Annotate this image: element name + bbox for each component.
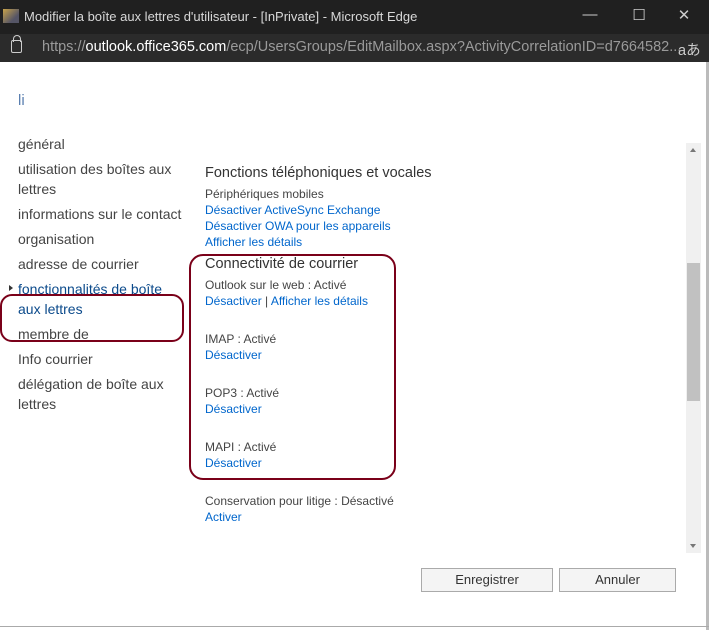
- save-button[interactable]: Enregistrer: [421, 568, 553, 592]
- show-details-link[interactable]: Afficher les détails: [205, 235, 302, 249]
- scrollbar-thumb[interactable]: [687, 263, 700, 401]
- minimize-icon[interactable]: —: [575, 6, 605, 23]
- scroll-down-icon[interactable]: [690, 544, 696, 548]
- scrollbar[interactable]: [686, 143, 701, 553]
- app-icon: [3, 9, 19, 23]
- phone-heading: Fonctions téléphoniques et vocales: [205, 165, 432, 181]
- nav-item-general[interactable]: général: [18, 134, 183, 154]
- nav-item-mailbox-usage[interactable]: utilisation des boîtes aux lettres: [18, 159, 183, 199]
- window-title: Modifier la boîte aux lettres d'utilisat…: [24, 9, 418, 24]
- scroll-up-icon[interactable]: [690, 148, 696, 152]
- nav-item-email-address[interactable]: adresse de courrier: [18, 254, 183, 274]
- read-aloud-icon[interactable]: aあ: [678, 39, 701, 60]
- title-bar: Modifier la boîte aux lettres d'utilisat…: [0, 0, 709, 34]
- nav-item-mailtip[interactable]: Info courrier: [18, 349, 183, 369]
- disable-activesync-link[interactable]: Désactiver ActiveSync Exchange: [205, 203, 380, 217]
- cancel-button[interactable]: Annuler: [559, 568, 676, 592]
- nav-item-organization[interactable]: organisation: [18, 229, 183, 249]
- page-cursor-text: li: [18, 92, 25, 109]
- disable-owa-devices-link[interactable]: Désactiver OWA pour les appareils: [205, 219, 391, 233]
- litigation-hold-status: Conservation pour litige : Désactivé: [205, 494, 394, 508]
- nav-item-contact-info[interactable]: informations sur le contact: [18, 204, 183, 224]
- url-path: /ecp/UsersGroups/EditMailbox.aspx?Activi…: [226, 39, 682, 55]
- window-border: [0, 626, 709, 627]
- url-domain: outlook.office365.com: [85, 39, 227, 55]
- address-bar[interactable]: https://outlook.office365.com/ecp/UsersG…: [0, 34, 709, 62]
- mobile-devices-label: Périphériques mobiles: [205, 187, 324, 201]
- highlight-oval-nav: [0, 294, 184, 342]
- highlight-oval-connectivity: [189, 254, 396, 480]
- nav-item-delegation[interactable]: délégation de boîte aux lettres: [18, 374, 183, 414]
- sidebar-nav: général utilisation des boîtes aux lettr…: [9, 134, 183, 419]
- url-text[interactable]: https://outlook.office365.com/ecp/UsersG…: [42, 39, 681, 55]
- close-icon[interactable]: ✕: [669, 6, 699, 24]
- lock-icon[interactable]: [11, 35, 22, 53]
- litigation-enable-link[interactable]: Activer: [205, 510, 242, 524]
- url-prefix: https://: [42, 39, 86, 55]
- maximize-icon[interactable]: ☐: [624, 6, 654, 24]
